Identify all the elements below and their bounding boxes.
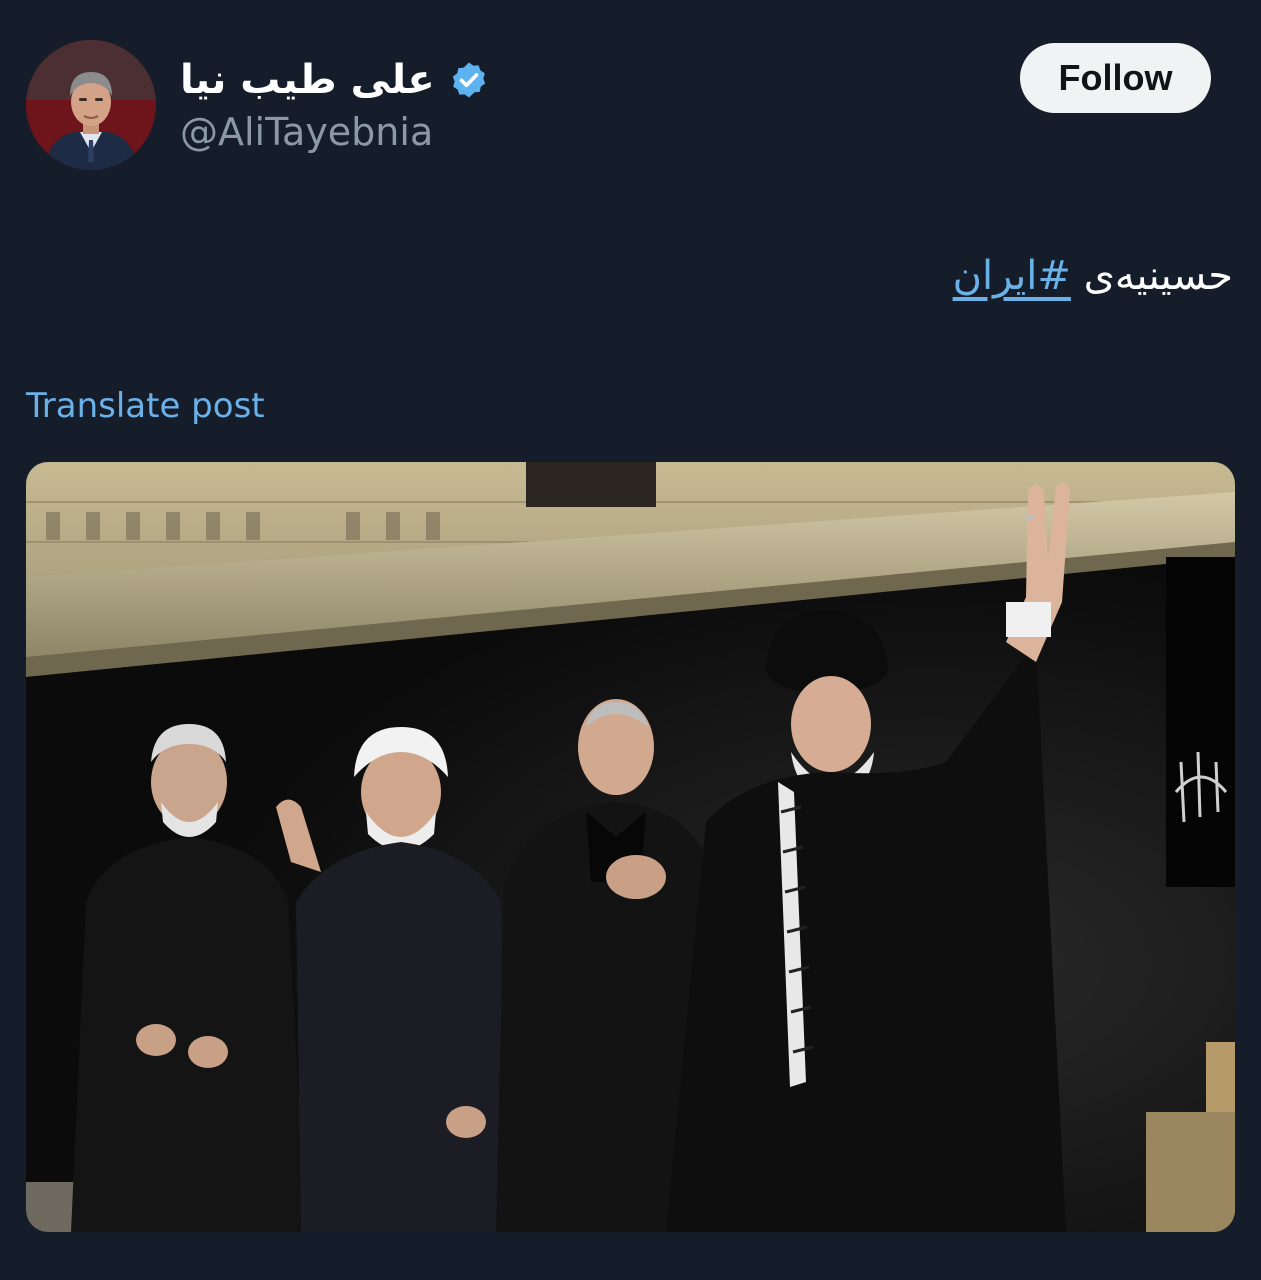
- post-photo[interactable]: [26, 462, 1235, 1232]
- display-name[interactable]: علی طیب نیا: [180, 60, 435, 100]
- post-text: حسینیه‌ی #ایران: [953, 250, 1233, 302]
- post-card: علی طیب نیا @AliTayebnia Follow حسینیه‌ی…: [0, 0, 1261, 1280]
- author-handle[interactable]: @AliTayebnia: [180, 110, 433, 156]
- hashtag-link[interactable]: #ایران: [953, 253, 1071, 299]
- post-photo-icon: [26, 462, 1235, 1232]
- follow-button[interactable]: Follow: [1020, 43, 1211, 113]
- post-text-body: حسینیه‌ی: [1083, 253, 1233, 299]
- translate-post-link[interactable]: Translate post: [26, 386, 265, 426]
- verified-badge-icon: [449, 60, 489, 100]
- author-name-row: علی طیب نیا: [180, 50, 489, 110]
- avatar[interactable]: [26, 40, 156, 170]
- profile-photo-icon: [26, 40, 156, 170]
